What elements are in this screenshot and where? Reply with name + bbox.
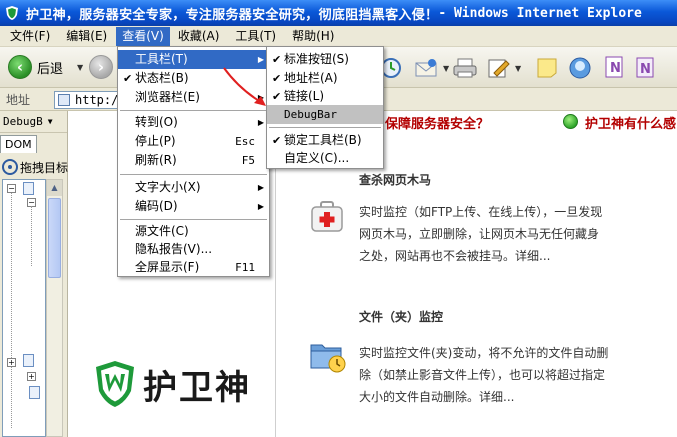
document-node-icon (23, 354, 34, 367)
menu-separator (120, 110, 267, 111)
document-node-icon (29, 386, 40, 399)
back-dropdown-icon[interactable]: ▼ (77, 63, 83, 72)
tab-dom[interactable]: DOM (0, 135, 37, 153)
logo-text: 护卫神 (143, 367, 251, 408)
toolbars-submenu: ✔ 标准按钮(S) ✔ 地址栏(A) ✔ 链接(L) DebugBar ✔ 锁定… (266, 46, 384, 169)
view-menu-refresh[interactable]: 刷新(R) F5 (118, 151, 269, 170)
menu-favorites[interactable]: 收藏(A) (172, 27, 226, 46)
shield-w-logo-icon (96, 361, 134, 407)
checkmark-icon: ✔ (123, 72, 133, 85)
back-button-label: 后退 (37, 61, 64, 77)
scroll-up-icon[interactable]: ▲ (47, 180, 62, 196)
note-icon (537, 58, 557, 78)
feature-desc-trojan: 实时监控（如FTP上传、在线上传），一旦发现网页木马，立即删除，让网页木马无任何… (359, 205, 603, 263)
view-menu-goto[interactable]: 转到(O) ▶ (118, 113, 269, 132)
print-button[interactable] (452, 57, 478, 79)
onenote-2-button[interactable]: N (634, 55, 658, 79)
view-menu-stop[interactable]: 停止(P) Esc (118, 132, 269, 151)
column-divider (275, 131, 276, 437)
view-menu-privacy-report[interactable]: 隐私报告(V)... (118, 240, 269, 259)
onenote-2-icon: N (636, 57, 654, 78)
toolbar-links[interactable]: ✔ 链接(L) (267, 87, 383, 106)
toolbar-lock[interactable]: ✔ 锁定工具栏(B) (267, 131, 383, 150)
banner-question-2[interactable]: 护卫神有什么感 (585, 113, 676, 132)
messenger-icon (569, 57, 591, 79)
drag-target-label: 拖拽目标 (20, 160, 68, 175)
onenote-button[interactable]: N (602, 55, 626, 79)
debugbar-panel: DebugB ▼ DOM 拖拽目标 − − + + ▲ (0, 111, 68, 437)
mail-button[interactable]: ▼ (414, 57, 449, 79)
messenger-button[interactable] (568, 57, 592, 79)
menu-help[interactable]: 帮助(H) (286, 27, 340, 46)
tree-collapse-icon[interactable]: − (7, 184, 16, 193)
menu-tools[interactable]: 工具(T) (229, 27, 282, 46)
menu-view[interactable]: 查看(V) (116, 26, 170, 46)
crosshair-target-icon (2, 159, 18, 175)
shield-logo-icon (6, 6, 18, 20)
back-button[interactable]: ‹ 后退 ▼ (8, 55, 83, 79)
svg-text:N: N (640, 62, 651, 77)
svg-text:N: N (610, 61, 621, 76)
window-title: 护卫神，服务器安全专家，专注服务器安全研究，彻底阻挡黑客入侵！ (26, 7, 439, 23)
page-icon (58, 94, 70, 106)
folder-monitor-icon (310, 344, 346, 373)
note-button[interactable] (536, 57, 558, 79)
tree-scrollbar[interactable]: ▲ (46, 179, 63, 437)
checkmark-icon: ✔ (272, 72, 282, 85)
menu-file[interactable]: 文件(F) (4, 27, 56, 46)
tree-expand-icon[interactable]: + (7, 358, 16, 367)
debugbar-header: DebugB ▼ (0, 111, 67, 133)
toolbar-address-bar[interactable]: ✔ 地址栏(A) (267, 69, 383, 88)
toolbar-standard-buttons[interactable]: ✔ 标准按钮(S) (267, 50, 383, 69)
checkmark-icon: ✔ (272, 90, 282, 103)
tree-expand-icon[interactable]: + (27, 372, 36, 381)
menu-edit[interactable]: 编辑(E) (60, 27, 113, 46)
back-icon: ‹ (8, 55, 32, 79)
view-menu-explorer-bar[interactable]: 浏览器栏(E) ▶ (118, 88, 269, 107)
banner-question[interactable]: 保障服务器安全？ (385, 113, 489, 132)
feature-title-folder: 文件（夹）监控 (359, 310, 444, 324)
dom-tree[interactable]: − − + + (2, 179, 46, 437)
edit-icon (488, 59, 510, 78)
view-menu-source[interactable]: 源文件(C) (118, 222, 269, 241)
checkmark-icon: ✔ (272, 53, 282, 66)
print-icon (453, 58, 477, 78)
checkmark-icon: ✔ (272, 134, 282, 147)
document-node-icon (23, 182, 34, 195)
view-menu-dropdown: 工具栏(T) ▶ ✔ 状态栏(B) 浏览器栏(E) ▶ 转到(O) ▶ 停止(P) Es… (117, 46, 270, 277)
drag-target[interactable]: 拖拽目标 (0, 157, 68, 177)
menu-separator (269, 127, 381, 128)
window-title-bar[interactable]: 护卫神，服务器安全专家，专注服务器安全研究，彻底阻挡黑客入侵！ - Window… (0, 0, 677, 26)
edit-button[interactable]: ▼ (486, 57, 521, 79)
green-bullet-icon (563, 114, 578, 129)
menu-separator (120, 174, 267, 175)
scroll-thumb[interactable] (48, 198, 61, 278)
first-aid-icon (311, 201, 343, 232)
debugbar-menu-icon[interactable]: ▼ (48, 117, 53, 126)
feature-desc-folder: 实时监控文件(夹)变动，将不允许的文件自动删除（如禁止影音文件上传），也可以将超… (359, 346, 609, 404)
menu-bar: 文件(F) 编辑(E) 查看(V) 收藏(A) 工具(T) 帮助(H) (0, 26, 677, 47)
address-label: 地址 (6, 92, 31, 107)
view-menu-fullscreen[interactable]: 全屏显示(F) F11 (118, 258, 269, 277)
view-menu-toolbars[interactable]: 工具栏(T) ▶ (118, 50, 269, 69)
forward-button[interactable]: › (89, 55, 113, 79)
debugbar-title: DebugB (3, 115, 43, 128)
view-menu-statusbar[interactable]: ✔ 状态栏(B) (118, 69, 269, 88)
mail-icon (415, 59, 437, 77)
menu-separator (120, 219, 267, 220)
edit-dropdown-icon[interactable]: ▼ (515, 64, 521, 73)
toolbar-customize[interactable]: 自定义(C)... (267, 149, 383, 168)
window-title-app: - Windows Internet Explore (438, 5, 642, 21)
onenote-icon: N (605, 56, 623, 78)
feature-title-trojan: 查杀网页木马 (359, 173, 432, 187)
view-menu-encoding[interactable]: 编码(D) ▶ (118, 197, 269, 216)
mail-dropdown-icon[interactable]: ▼ (443, 64, 449, 73)
forward-icon: › (89, 55, 113, 79)
toolbar-debugbar[interactable]: DebugBar (267, 105, 383, 124)
view-menu-text-size[interactable]: 文字大小(X) ▶ (118, 178, 269, 197)
huweishen-logo[interactable]: 护卫神 (93, 359, 251, 409)
